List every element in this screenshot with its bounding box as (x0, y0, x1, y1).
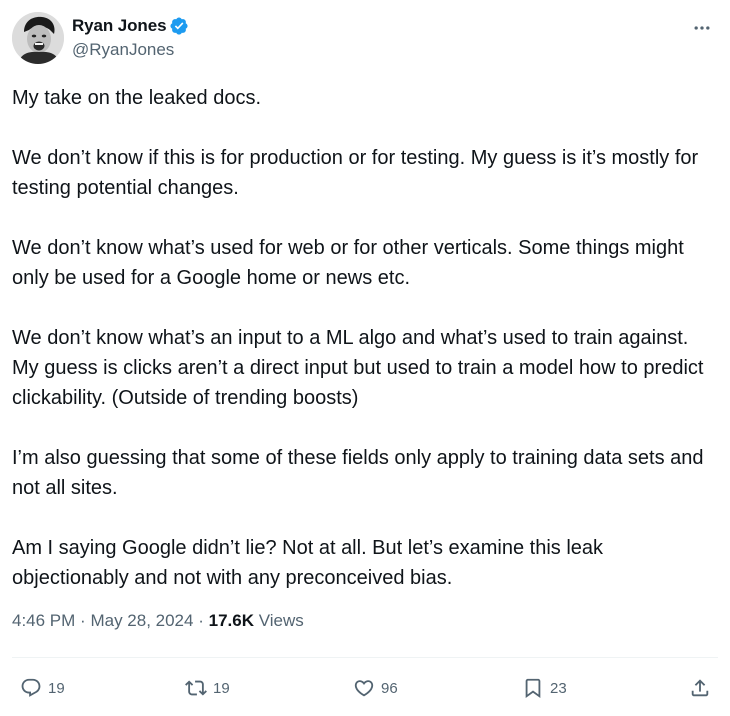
repost-count: 19 (213, 679, 230, 697)
author-handle[interactable]: @RyanJones (72, 40, 189, 60)
name-row: Ryan Jones (72, 14, 189, 38)
share-icon (691, 679, 709, 697)
repost-button[interactable]: 19 (185, 672, 230, 704)
tweet-date[interactable]: May 28, 2024 (90, 611, 193, 631)
tweet-paragraph: Am I saying Google didn’t lie? Not at al… (12, 537, 604, 589)
tweet-meta: 4:46 PM · May 28, 2024 · 17.6K Views (12, 611, 304, 631)
share-button[interactable] (689, 672, 711, 704)
avatar[interactable] (12, 12, 64, 64)
more-button[interactable] (686, 16, 718, 40)
like-count: 96 (381, 679, 398, 697)
display-name[interactable]: Ryan Jones (72, 16, 167, 36)
tweet-header: Ryan Jones @RyanJones (12, 12, 718, 68)
bookmark-count: 23 (550, 679, 567, 697)
bookmark-icon (525, 678, 541, 699)
tweet-paragraph: We don’t know what’s used for web or for… (12, 237, 684, 289)
like-button[interactable]: 96 (353, 672, 398, 704)
tweet-paragraph: We don’t know if this is for production … (12, 147, 699, 199)
author-info: Ryan Jones @RyanJones (72, 14, 189, 60)
tweet-paragraph: We don’t know what’s an input to a ML al… (12, 327, 704, 409)
tweet-paragraph: I’m also guessing that some of these fie… (12, 447, 704, 499)
bookmark-button[interactable]: 23 (522, 672, 567, 704)
reply-icon (21, 678, 41, 697)
views-label: Views (258, 611, 304, 630)
tweet: Ryan Jones @RyanJones My take on the lea… (0, 0, 730, 716)
like-icon (354, 680, 374, 697)
action-bar: 19 19 96 23 (12, 672, 718, 704)
divider (12, 657, 718, 658)
views-count: 17.6K (208, 611, 254, 630)
more-icon (694, 26, 710, 30)
avatar-photo (12, 12, 64, 64)
reply-button[interactable]: 19 (20, 672, 65, 704)
reply-count: 19 (48, 679, 65, 697)
tweet-paragraph: My take on the leaked docs. (12, 87, 262, 109)
tweet-text: My take on the leaked docs. We don’t kno… (12, 83, 718, 623)
tweet-time[interactable]: 4:46 PM (12, 611, 75, 631)
verified-badge-icon[interactable] (169, 16, 189, 36)
repost-icon (185, 680, 207, 696)
